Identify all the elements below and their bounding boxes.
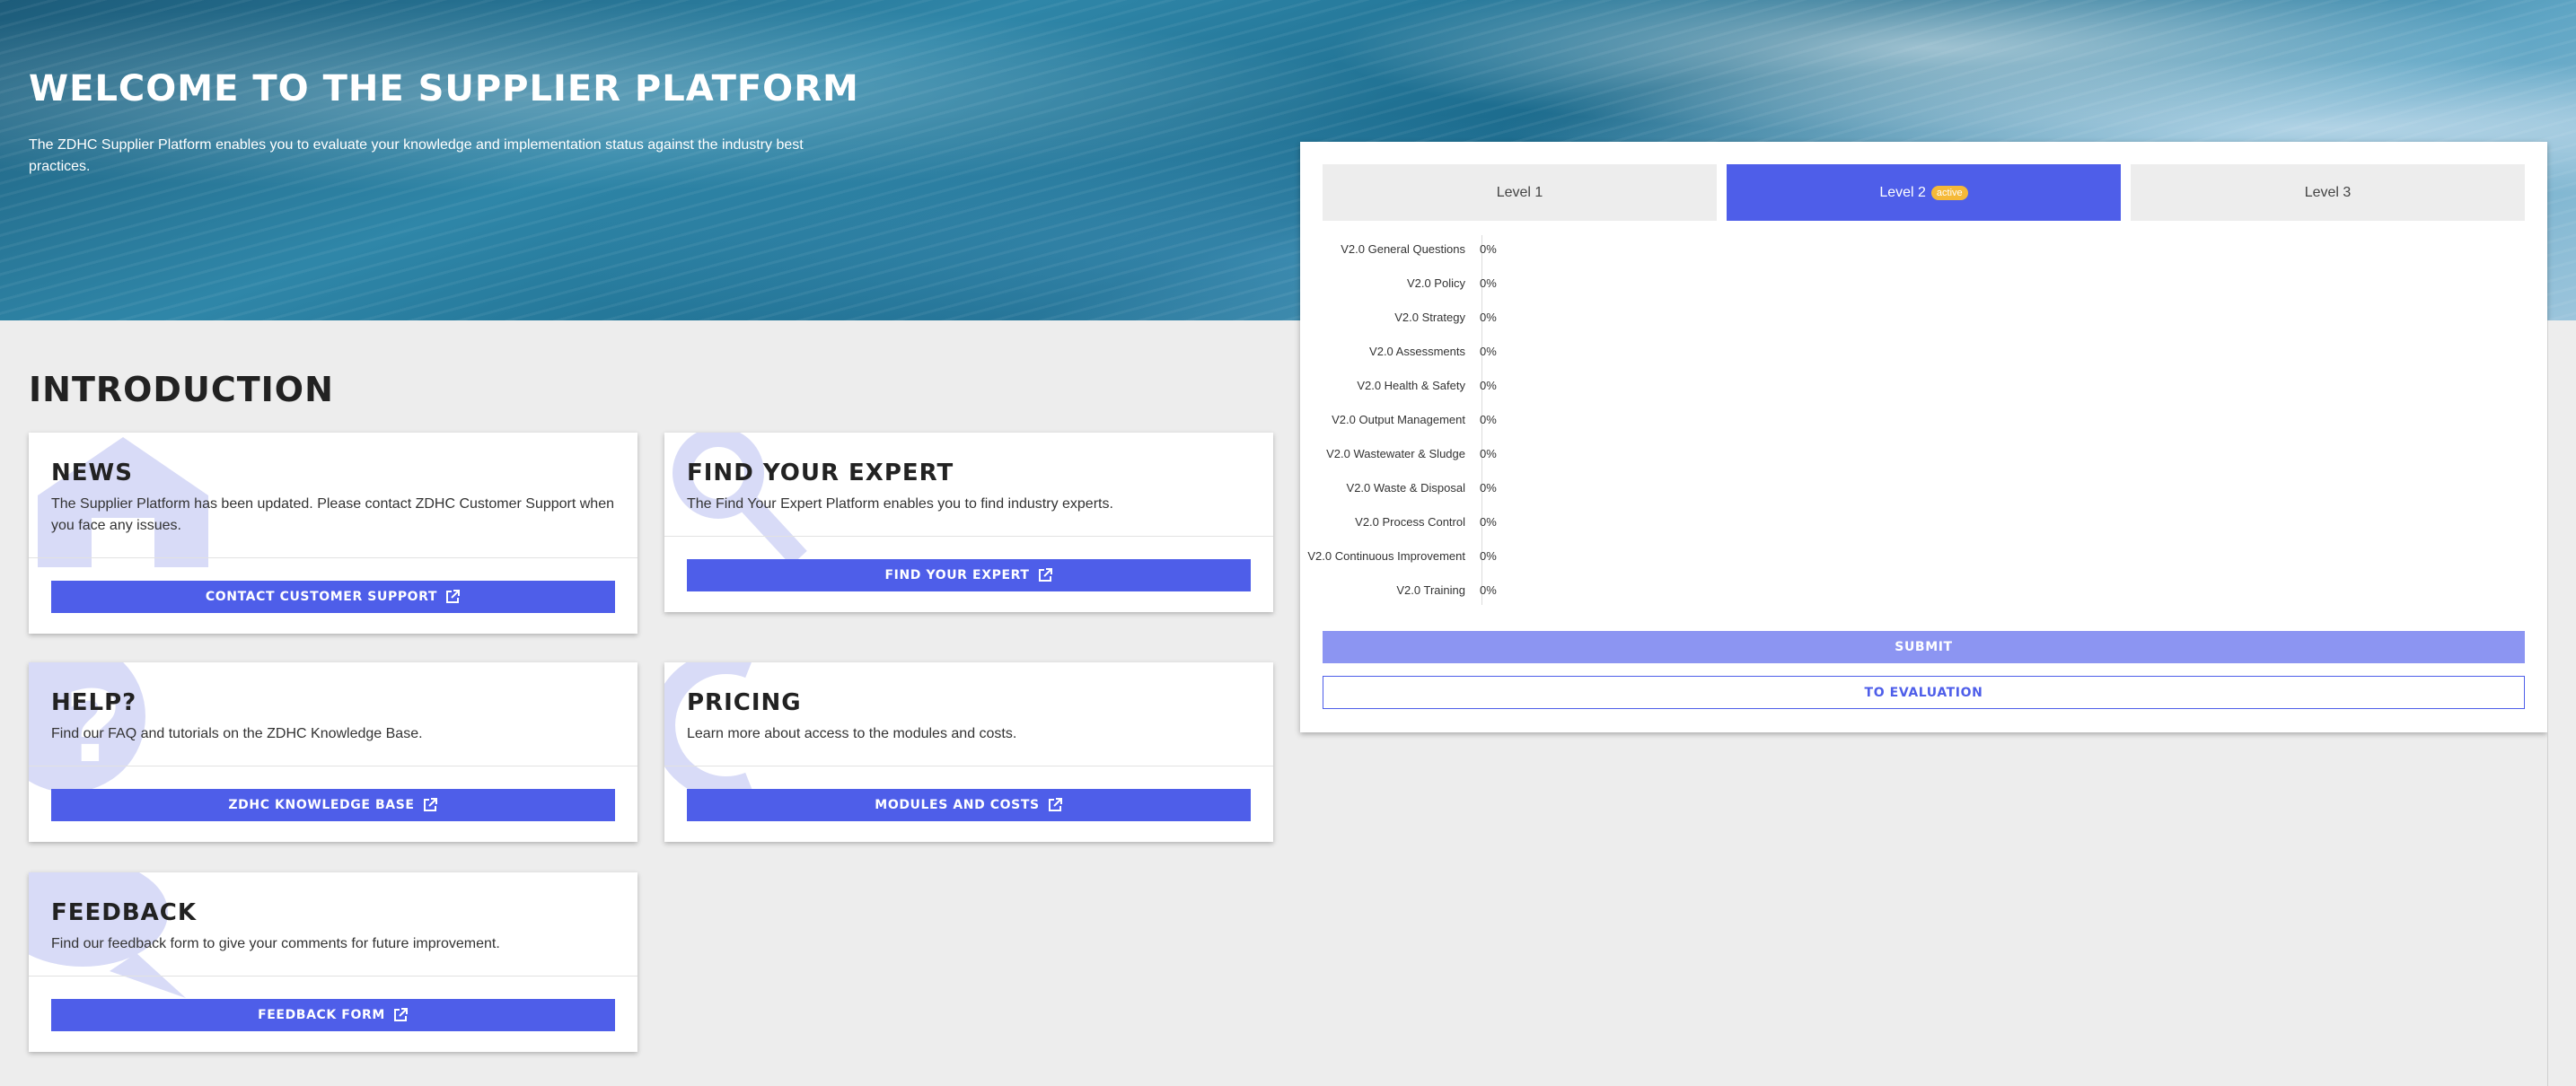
- tab-level-3[interactable]: Level 3: [2131, 164, 2525, 221]
- external-link-icon: [446, 590, 461, 603]
- module-progress-value: 0%: [1480, 480, 1497, 495]
- module-progress-value: 0%: [1480, 241, 1497, 256]
- button-label: ZDHC KNOWLEDGE BASE: [228, 798, 415, 812]
- tab-label: Level 1: [1496, 184, 1543, 200]
- modules-and-costs-button[interactable]: MODULES AND COSTS: [687, 789, 1251, 821]
- card-divider: [664, 536, 1273, 537]
- card-text: Find our feedback form to give your comm…: [51, 936, 500, 951]
- module-progress-value: 0%: [1480, 514, 1497, 529]
- module-progress-row: V2.0 General Questions 0%: [1300, 232, 1497, 266]
- module-label: V2.0 Strategy: [1394, 310, 1465, 324]
- tab-level-1[interactable]: Level 1: [1323, 164, 1717, 221]
- feedback-card: FEEDBACK Find our feedback form to give …: [29, 872, 637, 1052]
- news-card: NEWS The Supplier Platform has been upda…: [29, 433, 637, 634]
- submit-button[interactable]: SUBMIT: [1323, 631, 2525, 663]
- module-progress-row: V2.0 Waste & Disposal 0%: [1300, 470, 1497, 504]
- introduction-heading: INTRODUCTION: [29, 370, 334, 409]
- active-badge: active: [1930, 185, 1968, 200]
- hero-description: The ZDHC Supplier Platform enables you t…: [29, 137, 804, 174]
- module-label: V2.0 Process Control: [1355, 514, 1465, 529]
- button-label: FEEDBACK FORM: [258, 1008, 385, 1022]
- module-label: V2.0 Policy: [1406, 276, 1465, 290]
- module-progress-value: 0%: [1480, 310, 1497, 324]
- module-label: V2.0 Training: [1396, 582, 1465, 597]
- tab-level-2[interactable]: Level 2 active: [1727, 164, 2121, 221]
- module-progress-value: 0%: [1480, 378, 1497, 392]
- module-progress-row: V2.0 Assessments 0%: [1300, 334, 1497, 368]
- module-progress-value: 0%: [1480, 344, 1497, 358]
- module-progress-row: V2.0 Wastewater & Sludge 0%: [1300, 436, 1497, 470]
- card-text: The Supplier Platform has been updated. …: [51, 496, 614, 533]
- find-your-expert-card: FIND YOUR EXPERT The Find Your Expert Pl…: [664, 433, 1273, 612]
- module-progress-value: 0%: [1480, 412, 1497, 426]
- card-divider: [29, 557, 637, 558]
- feedback-form-button[interactable]: FEEDBACK FORM: [51, 999, 615, 1031]
- module-label: V2.0 General Questions: [1341, 241, 1465, 256]
- module-progress-value: 0%: [1480, 446, 1497, 460]
- card-title: FIND YOUR EXPERT: [687, 460, 954, 486]
- zdhc-knowledge-base-button[interactable]: ZDHC KNOWLEDGE BASE: [51, 789, 615, 821]
- page-title: WELCOME TO THE SUPPLIER PLATFORM: [29, 68, 859, 109]
- module-progress-row: V2.0 Strategy 0%: [1300, 300, 1497, 334]
- level-progress-panel: Level 1 Level 2 active Level 3 V2.0 Gene…: [1300, 142, 2547, 732]
- help-card: ? HELP? Find our FAQ and tutorials on th…: [29, 662, 637, 842]
- tab-label: Level 2: [1879, 184, 1926, 200]
- module-progress-value: 0%: [1480, 582, 1497, 597]
- module-label: V2.0 Waste & Disposal: [1346, 480, 1465, 495]
- module-label: V2.0 Wastewater & Sludge: [1326, 446, 1465, 460]
- module-progress-row: V2.0 Output Management 0%: [1300, 402, 1497, 436]
- button-label: MODULES AND COSTS: [875, 798, 1040, 812]
- find-your-expert-button[interactable]: FIND YOUR EXPERT: [687, 559, 1251, 591]
- page-scrollbar[interactable]: [2547, 320, 2576, 1086]
- module-label: V2.0 Continuous Improvement: [1307, 548, 1465, 563]
- card-text: Learn more about access to the modules a…: [687, 726, 1017, 741]
- module-progress-row: V2.0 Continuous Improvement 0%: [1300, 539, 1497, 573]
- card-title: PRICING: [687, 689, 802, 716]
- module-progress-row: V2.0 Training 0%: [1300, 573, 1497, 607]
- contact-customer-support-button[interactable]: CONTACT CUSTOMER SUPPORT: [51, 581, 615, 613]
- card-text: Find our FAQ and tutorials on the ZDHC K…: [51, 726, 423, 741]
- button-label: FIND YOUR EXPERT: [884, 568, 1030, 582]
- external-link-icon: [423, 798, 437, 811]
- button-label: CONTACT CUSTOMER SUPPORT: [205, 590, 438, 604]
- module-progress-value: 0%: [1480, 276, 1497, 290]
- external-link-icon: [393, 1008, 408, 1021]
- card-title: HELP?: [51, 689, 137, 716]
- module-label: V2.0 Assessments: [1369, 344, 1465, 358]
- module-label: V2.0 Output Management: [1332, 412, 1465, 426]
- card-text: The Find Your Expert Platform enables yo…: [687, 496, 1113, 512]
- card-title: NEWS: [51, 460, 133, 486]
- to-evaluation-button[interactable]: TO EVALUATION: [1323, 676, 2525, 709]
- module-progress-row: V2.0 Process Control 0%: [1300, 504, 1497, 539]
- tab-label: Level 3: [2304, 184, 2352, 200]
- module-progress-row: V2.0 Policy 0%: [1300, 266, 1497, 300]
- external-link-icon: [1038, 568, 1052, 582]
- module-progress-value: 0%: [1480, 548, 1497, 563]
- card-divider: [29, 976, 637, 977]
- pricing-card: PRICING Learn more about access to the m…: [664, 662, 1273, 842]
- card-title: FEEDBACK: [51, 899, 198, 926]
- external-link-icon: [1048, 798, 1062, 811]
- module-progress-row: V2.0 Health & Safety 0%: [1300, 368, 1497, 402]
- module-label: V2.0 Health & Safety: [1357, 378, 1465, 392]
